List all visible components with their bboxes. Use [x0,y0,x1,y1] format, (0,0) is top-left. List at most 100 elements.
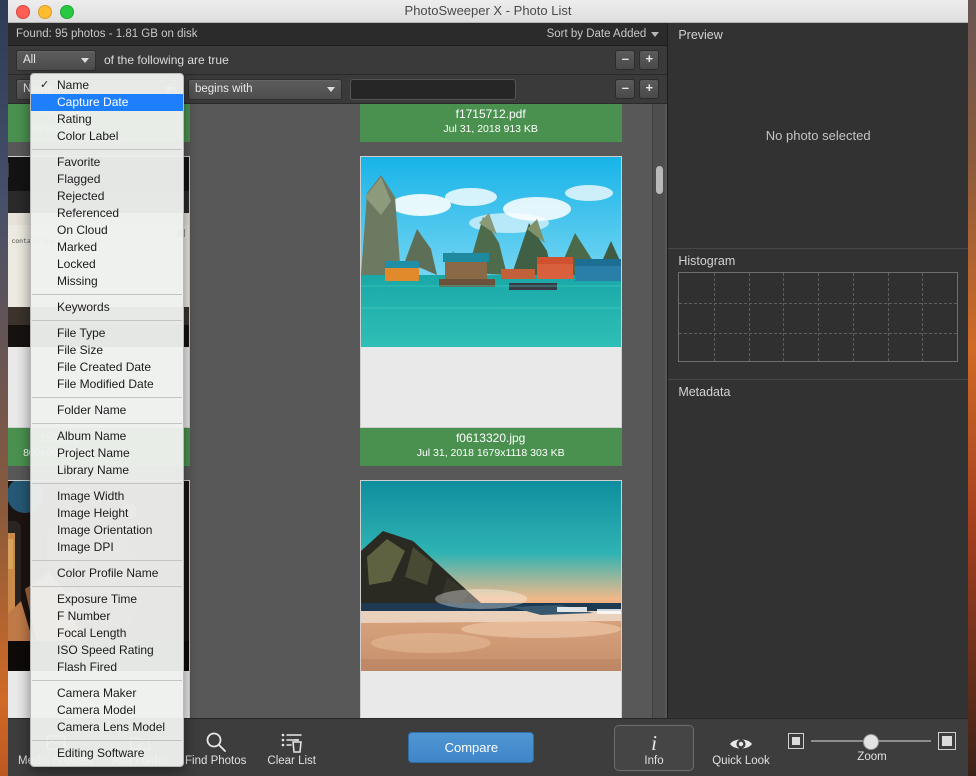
add-rule-button[interactable]: + [639,79,660,99]
menu-item-referenced[interactable]: Referenced [31,205,183,222]
grid-item[interactable]: f1715712.pdf Jul 31, 2018 913 KB [359,104,622,142]
beach-sunset-photo-icon [360,481,621,671]
menu-item-album-name[interactable]: Album Name [31,428,183,445]
zoom-button[interactable] [60,5,74,19]
sort-by-label: Sort by Date Added [546,28,647,40]
close-button[interactable] [16,5,30,19]
photo-meta: Jul 31, 2018 913 KB [443,123,538,135]
metadata-title: Metadata [678,385,731,399]
quick-look-button[interactable]: Quick Look [704,728,778,767]
menu-item-folder-name[interactable]: Folder Name [31,402,183,419]
app-window: PhotoSweeper X - Photo List Found: 95 ph… [8,0,968,776]
menu-item-favorite[interactable]: Favorite [31,154,183,171]
menu-item-file-size[interactable]: File Size [31,342,183,359]
menu-item-file-created-date[interactable]: File Created Date [31,359,183,376]
menu-item-project-name[interactable]: Project Name [31,445,183,462]
menu-item-name[interactable]: Name [31,77,183,94]
grid-item[interactable]: f0613320.jpg Jul 31, 2018 1679x1118 303 … [359,156,622,466]
found-status-text: Found: 95 photos - 1.81 GB on disk [16,28,198,40]
scrollbar-thumb[interactable] [656,166,664,194]
rule-value-input[interactable] [350,78,516,100]
photo-thumbnail-card[interactable] [359,480,622,752]
histogram-title: Histogram [678,254,736,268]
clear-list-icon [280,728,304,754]
toolbar-center-group: Compare [329,732,614,763]
menu-separator [32,149,182,150]
menu-item-focal-length[interactable]: Focal Length [31,625,183,642]
remove-rule-button[interactable]: – [615,50,636,70]
menu-item-rating[interactable]: Rating [31,111,183,128]
menu-item-image-dpi[interactable]: Image DPI [31,539,183,556]
menu-item-library-name[interactable]: Library Name [31,462,183,479]
preview-title: Preview [678,28,723,42]
menu-separator [32,560,182,561]
menu-item-image-width[interactable]: Image Width [31,488,183,505]
preview-section: Preview No photo selected [668,23,968,249]
match-scope-value: All [23,54,36,66]
rule-condition-popup[interactable]: begins with [188,78,342,100]
menu-item-camera-model[interactable]: Camera Model [31,702,183,719]
scope-row-add-remove: – + [615,50,660,70]
remove-rule-button[interactable]: – [615,79,636,99]
match-scope-popup[interactable]: All [16,49,96,71]
window-title: PhotoSweeper X - Photo List [404,3,572,18]
found-bar: Found: 95 photos - 1.81 GB on disk Sort … [8,23,668,46]
title-bar: PhotoSweeper X - Photo List [8,0,968,23]
clear-list-button[interactable]: Clear List [255,728,329,767]
menu-item-missing[interactable]: Missing [31,273,183,290]
menu-separator [32,423,182,424]
menu-item-marked[interactable]: Marked [31,239,183,256]
add-rule-button[interactable]: + [639,50,660,70]
menu-item-rejected[interactable]: Rejected [31,188,183,205]
eye-icon [728,728,754,754]
chevron-down-icon [81,57,89,63]
halong-bay-photo-icon [360,157,621,347]
grid-item[interactable] [359,480,622,752]
menu-separator [32,294,182,295]
zoom-slider[interactable] [811,734,931,750]
menu-separator [32,483,182,484]
menu-item-file-type[interactable]: File Type [31,325,183,342]
menu-item-flash-fired[interactable]: Flash Fired [31,659,183,676]
photo-grid-scrollbar[interactable] [652,104,666,776]
zoom-in-icon[interactable] [938,732,956,750]
menu-item-iso-speed-rating[interactable]: ISO Speed Rating [31,642,183,659]
chevron-down-icon [327,86,335,92]
zoom-out-icon[interactable] [788,733,804,749]
menu-item-locked[interactable]: Locked [31,256,183,273]
menu-item-keywords[interactable]: Keywords [31,299,183,316]
menu-item-flagged[interactable]: Flagged [31,171,183,188]
window-controls[interactable] [16,5,74,19]
menu-item-f-number[interactable]: F Number [31,608,183,625]
menu-item-image-orientation[interactable]: Image Orientation [31,522,183,539]
menu-item-file-modified-date[interactable]: File Modified Date [31,376,183,393]
histogram-section: Histogram [668,249,968,380]
photo-thumbnail-card[interactable] [359,156,622,428]
menu-item-color-profile-name[interactable]: Color Profile Name [31,565,183,582]
menu-item-camera-lens-model[interactable]: Camera Lens Model [31,719,183,736]
menu-item-on-cloud[interactable]: On Cloud [31,222,183,239]
menu-item-editing-software[interactable]: Editing Software [31,745,183,762]
menu-item-camera-maker[interactable]: Camera Maker [31,685,183,702]
svg-text:i: i [651,731,657,754]
menu-item-image-height[interactable]: Image Height [31,505,183,522]
inspector-pane: Preview No photo selected Histogram Meta… [667,23,968,776]
menu-item-exposure-time[interactable]: Exposure Time [31,591,183,608]
zoom-slider-knob[interactable] [863,734,879,750]
attribute-dropdown-menu[interactable]: NameCapture DateRatingColor Label Favorit… [30,73,184,767]
sort-by-popup[interactable]: Sort by Date Added [547,28,660,40]
clear-list-label: Clear List [267,755,316,767]
menu-item-capture-date[interactable]: Capture Date [31,94,183,111]
minimize-button[interactable] [38,5,52,19]
info-button[interactable]: i Info [614,724,694,771]
rule-condition-value: begins with [195,83,253,95]
compare-button[interactable]: Compare [408,732,535,763]
find-photos-label: Find Photos [185,755,247,767]
photo-caption: f0613320.jpg Jul 31, 2018 1679x1118 303 … [359,428,622,466]
photo-name: f0613320.jpg [455,431,526,445]
zoom-slider-row [788,732,956,750]
rule-row-add-remove: – + [615,79,660,99]
find-photos-button[interactable]: Find Photos [179,728,253,767]
filter-scope-row: All of the following are true – + [8,46,668,75]
menu-item-color-label[interactable]: Color Label [31,128,183,145]
